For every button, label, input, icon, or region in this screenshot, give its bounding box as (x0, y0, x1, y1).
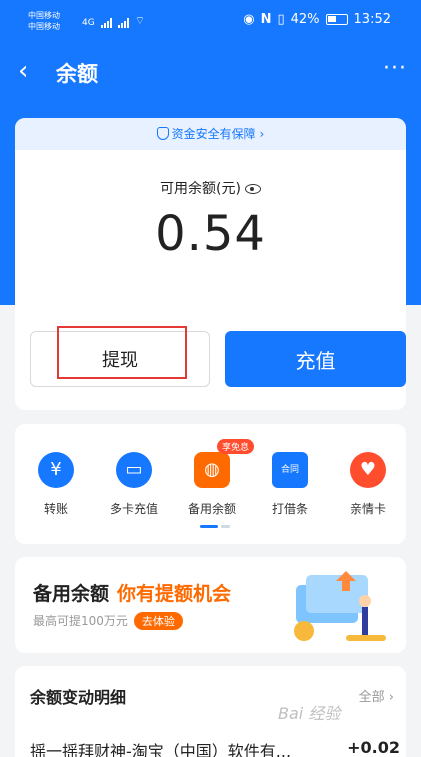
clock: 13:52 (353, 12, 391, 27)
more-icon[interactable]: ··· (383, 56, 407, 81)
vibrate-icon: ▯ (277, 12, 285, 27)
transaction-amount: +0.02 (347, 738, 400, 757)
shield-icon (156, 127, 169, 140)
yuan-transfer-icon: ¥ (38, 452, 74, 488)
status-bar: 中国移动 中国移动 4G ⌔ ◉ N ▯ 42% 13:52 (0, 0, 421, 40)
page-indicator (200, 525, 230, 528)
promo-banner[interactable]: 备用余额 你有提额机会 最高可提100万元 去体验 (15, 557, 406, 653)
details-title: 余额变动明细 (30, 688, 127, 707)
eye-status-icon: ◉ (243, 12, 255, 27)
balance-amount: 0.54 (155, 206, 266, 262)
page-title: 余额 (56, 62, 98, 86)
carrier-info: 中国移动 中国移动 (28, 11, 60, 31)
battery-percent: 42% (290, 12, 320, 27)
promo-illustration-icon (294, 571, 386, 641)
safety-banner[interactable]: 资金安全有保障 › (15, 118, 406, 150)
wallet-icon: ◍ (194, 452, 230, 488)
nav-header: ‹ 余额 ··· (0, 50, 421, 94)
promo-title: 备用余额 你有提额机会 (33, 583, 232, 605)
battery-icon (325, 14, 348, 25)
recharge-button[interactable]: 充值 (225, 331, 406, 387)
promo-subtitle: 最高可提100万元 去体验 (33, 612, 183, 630)
service-transfer[interactable]: ¥ 转账 (17, 452, 95, 517)
services-card: ¥ 转账 ▭ 多卡充值 ◍ 享免息 备用余额 合同 打借条 ♥ 亲情卡 (15, 424, 406, 544)
eye-icon[interactable] (244, 184, 261, 194)
iou-contract-icon: 合同 (272, 452, 308, 488)
service-backup-balance[interactable]: ◍ 享免息 备用余额 (173, 439, 255, 517)
baidu-watermark: Bai 经验 (278, 704, 341, 723)
balance-card: 资金安全有保障 › 可用余额(元) 0.54 提现 充值 (15, 118, 406, 410)
balance-details-card: 余额变动明细 全部 › 摇一摇拜财神-淘宝（中国）软件有... +0.02 (15, 666, 406, 757)
transaction-desc: 摇一摇拜财神-淘宝（中国）软件有... (30, 742, 292, 757)
view-all-link[interactable]: 全部 › (359, 686, 394, 705)
try-button[interactable]: 去体验 (133, 612, 183, 630)
service-iou[interactable]: 合同 打借条 (251, 452, 329, 517)
nfc-icon: N (260, 12, 272, 27)
balance-label: 可用余额(元) (15, 178, 406, 198)
interest-free-badge: 享免息 (217, 439, 255, 454)
family-heart-icon: ♥ (350, 452, 386, 488)
annotation-highlight-box (57, 326, 187, 379)
chevron-left-icon[interactable]: ‹ (18, 57, 28, 85)
wifi-icon: ⌔ (134, 14, 146, 27)
service-family-card[interactable]: ♥ 亲情卡 (329, 452, 407, 517)
service-multi-card-recharge[interactable]: ▭ 多卡充值 (95, 452, 173, 517)
signal-icon: 4G ⌔ (82, 14, 146, 28)
card-recharge-icon: ▭ (116, 452, 152, 488)
transaction-row[interactable]: 摇一摇拜财神-淘宝（中国）软件有... +0.02 (30, 738, 400, 757)
